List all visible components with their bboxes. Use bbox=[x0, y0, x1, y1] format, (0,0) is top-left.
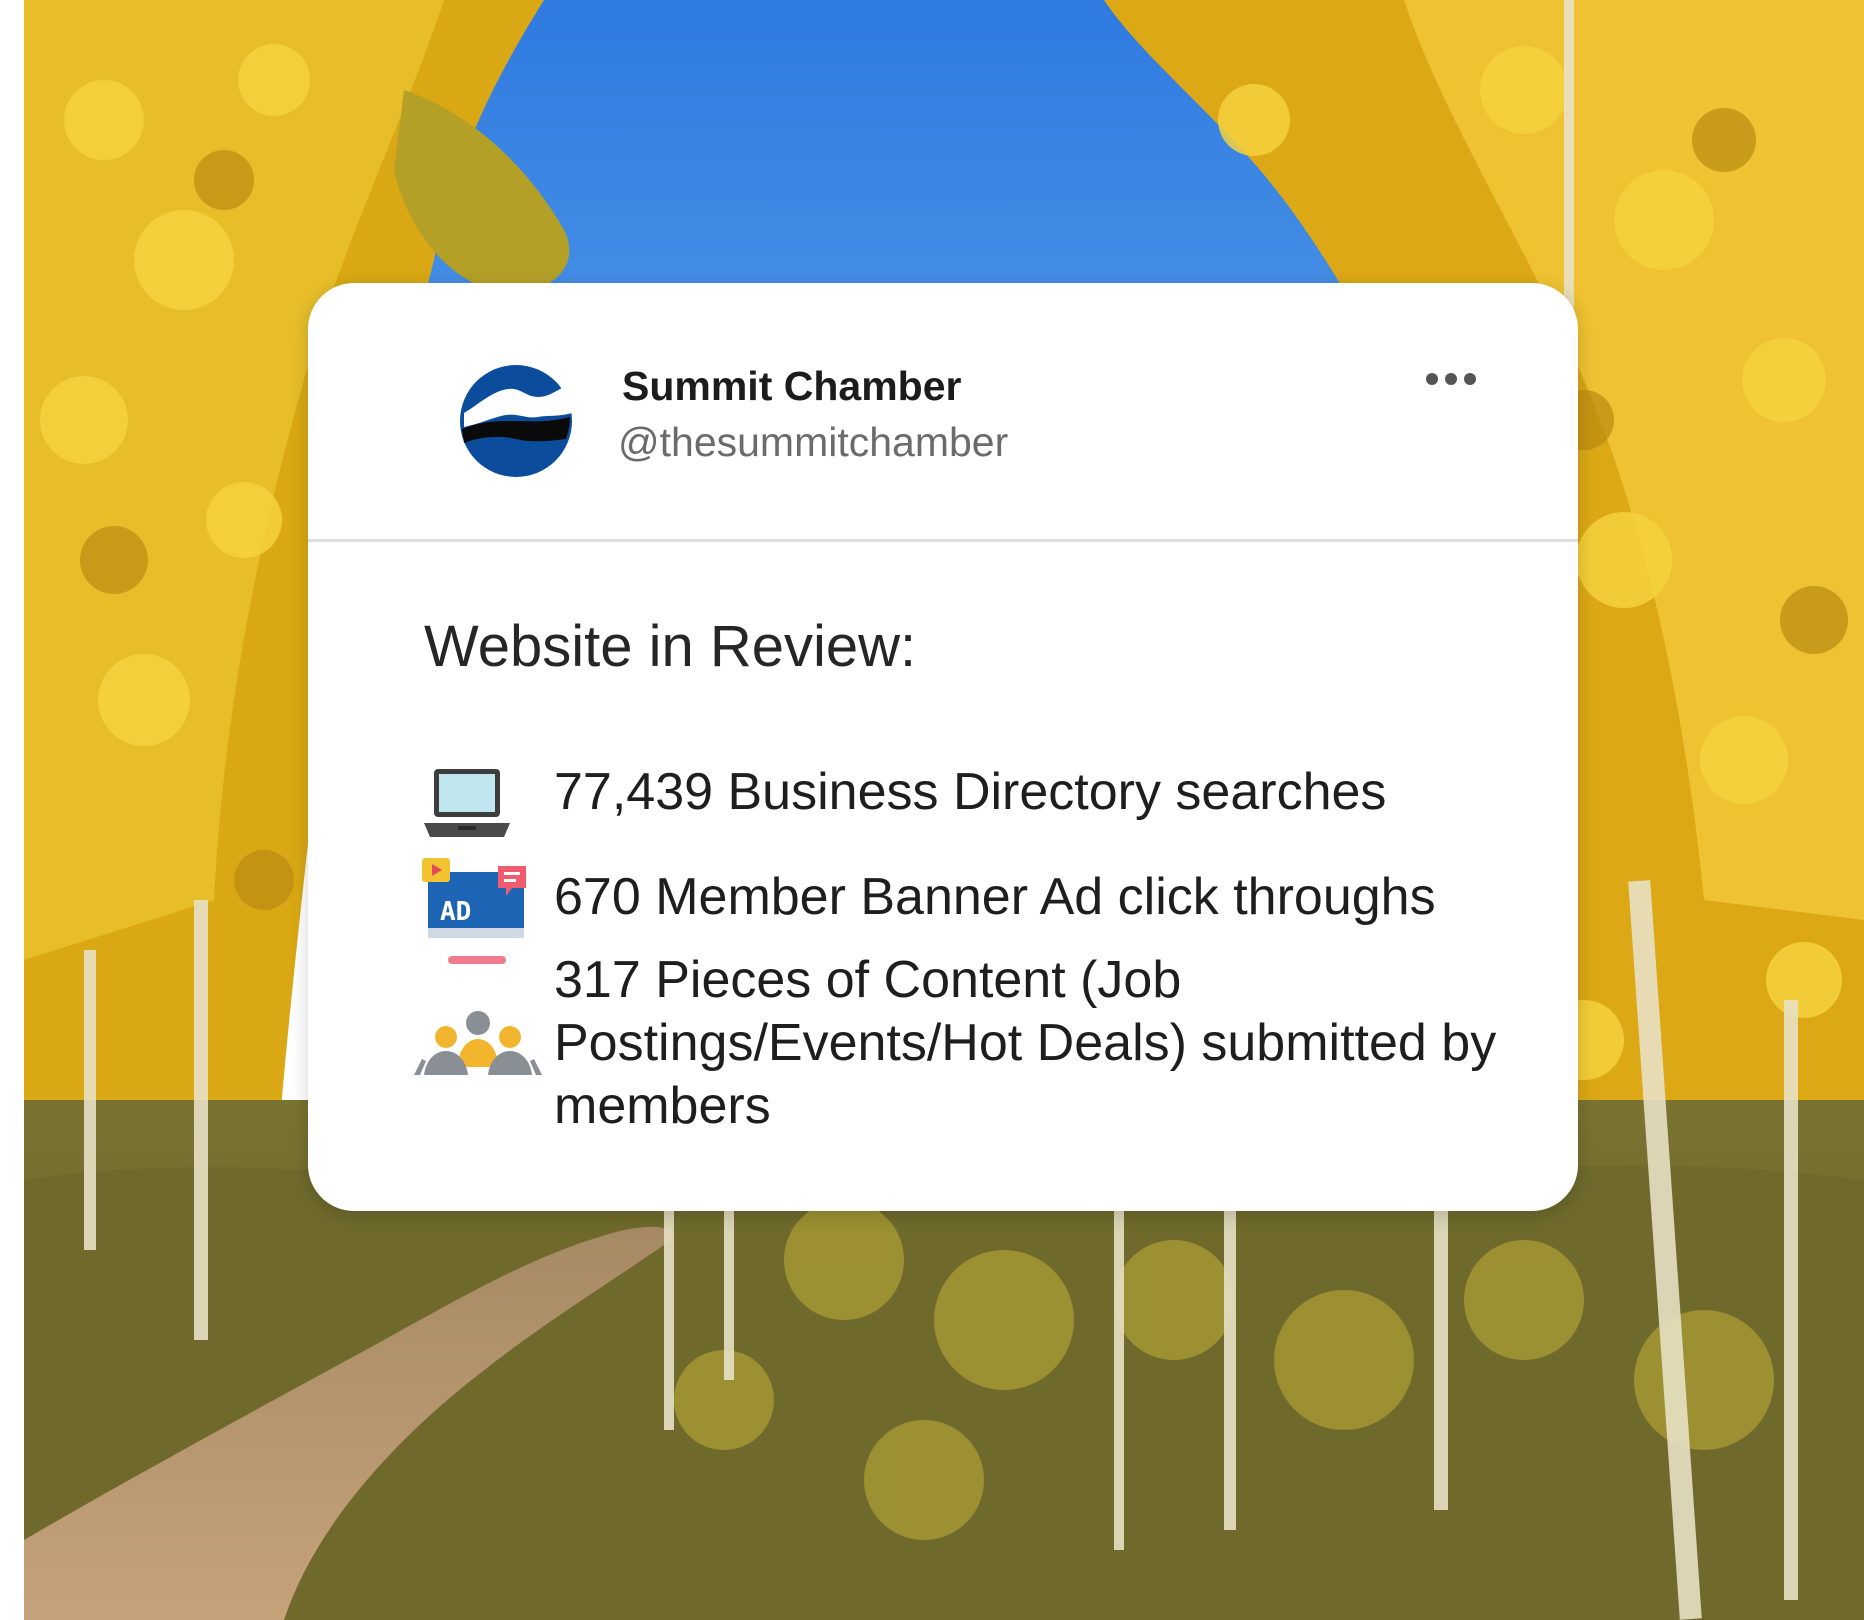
account-display-name[interactable]: Summit Chamber bbox=[622, 363, 961, 410]
post-card: Summit Chamber @thesummitchamber Website… bbox=[308, 283, 1578, 1211]
header-divider bbox=[308, 539, 1578, 542]
stat-text: 670 Member Banner Ad click throughs bbox=[554, 868, 1436, 926]
stat-item: 77,439 Business Directory searches bbox=[308, 755, 1578, 837]
post-title: Website in Review: bbox=[424, 614, 917, 679]
post-image: Summit Chamber @thesummitchamber Website… bbox=[0, 0, 1864, 1620]
people-group-icon bbox=[414, 1011, 542, 1075]
stat-text: 317 Pieces of Content (Job Postings/Even… bbox=[554, 951, 1497, 1135]
svg-text:AD: AD bbox=[440, 897, 471, 927]
stat-item: 317 Pieces of Content (Job Postings/Even… bbox=[308, 949, 1578, 1149]
laptop-icon bbox=[424, 769, 510, 837]
more-dots-icon[interactable] bbox=[1418, 359, 1484, 399]
post-header: Summit Chamber @thesummitchamber bbox=[308, 283, 1578, 539]
account-handle[interactable]: @thesummitchamber bbox=[618, 419, 1008, 466]
mountain-wave-logo-icon[interactable] bbox=[458, 363, 574, 479]
stat-text: 77,439 Business Directory searches bbox=[554, 763, 1387, 821]
